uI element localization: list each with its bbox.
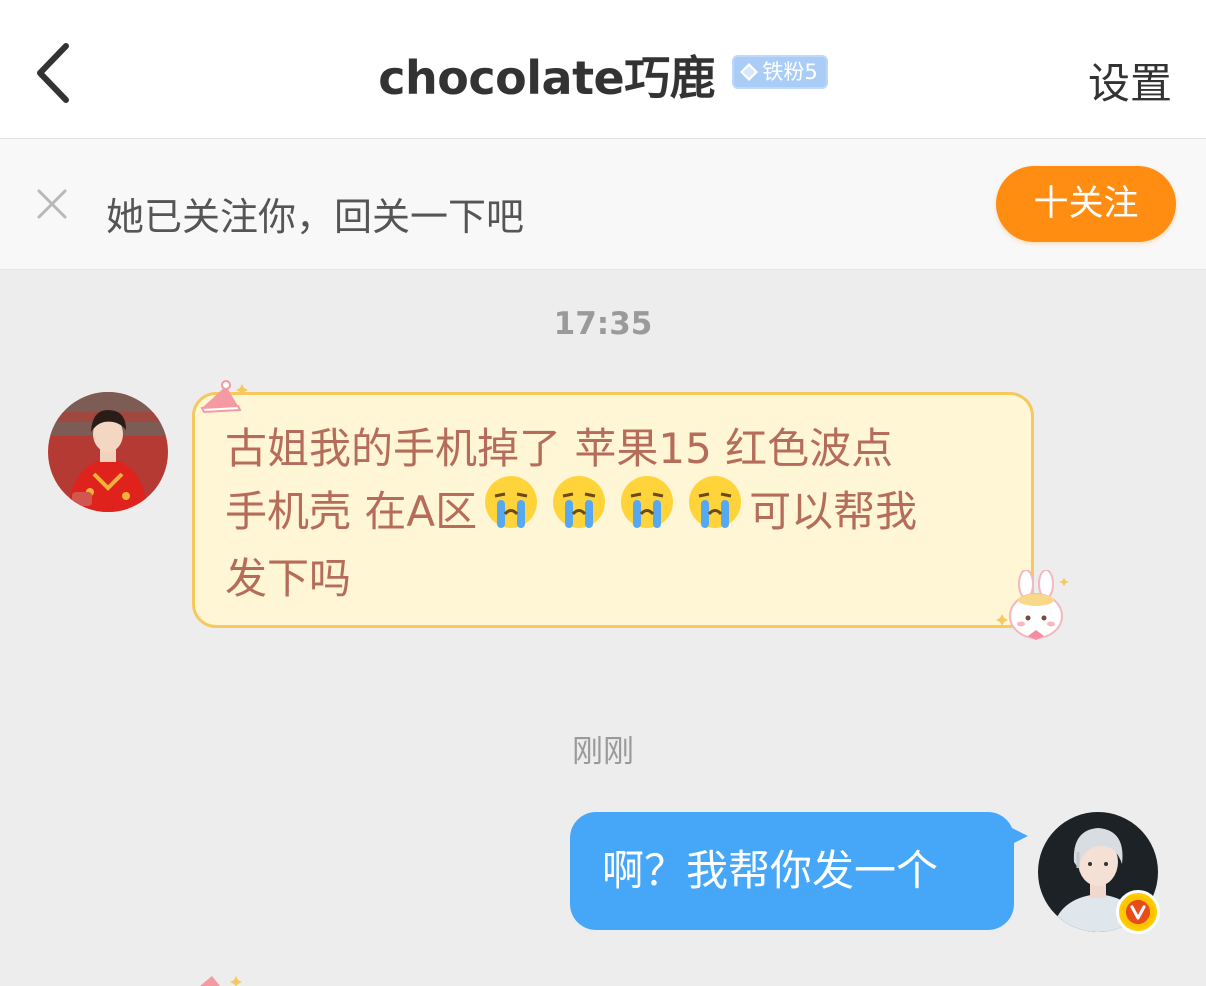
fan-level-text: 铁粉5	[762, 60, 818, 84]
bubble-tail	[1008, 826, 1028, 846]
message-timestamp: 刚刚	[572, 734, 634, 770]
crying-emoji-icon	[551, 474, 607, 547]
verified-badge-icon	[1116, 890, 1160, 934]
avatar-image	[48, 392, 168, 512]
message-text: 啊？我帮你发一个	[602, 846, 939, 895]
crying-emoji-icon	[687, 474, 743, 547]
message-text: 手机壳 在A区	[225, 487, 478, 536]
page-title: chocolate巧鹿	[378, 51, 716, 105]
title-area: chocolate巧鹿 铁粉5	[0, 42, 1206, 108]
fan-level-badge: 铁粉5	[732, 55, 828, 89]
sender-avatar[interactable]	[48, 392, 168, 512]
crying-emoji-icon	[483, 474, 539, 547]
message-line-with-emoji: 手机壳 在A区 可以帮我	[225, 476, 1003, 547]
close-icon[interactable]	[36, 188, 68, 220]
message-line: 古姐我的手机掉了 苹果15 红色波点	[225, 424, 894, 473]
sent-message-bubble[interactable]: 啊？我帮你发一个	[570, 812, 1014, 930]
diamond-icon	[740, 62, 759, 81]
received-message-bubble[interactable]: 古姐我的手机掉了 苹果15 红色波点 手机壳 在A区 可以帮我 发下吗	[192, 392, 1034, 628]
party-hat-sticker-icon	[200, 976, 242, 986]
message-text: 可以帮我	[749, 487, 918, 536]
message-timestamp: 17:35	[553, 306, 653, 342]
message-line: 发下吗	[225, 554, 352, 603]
settings-button[interactable]: 设置	[1088, 50, 1172, 111]
crying-emoji-icon	[619, 474, 675, 547]
party-hat-sticker-icon	[200, 380, 248, 414]
bunny-sticker-icon	[996, 570, 1069, 640]
follow-button[interactable]: 十关注	[996, 166, 1176, 242]
follow-back-prompt: 她已关注你，回关一下吧	[106, 195, 525, 239]
nav-header: chocolate巧鹿 铁粉5 设置	[0, 0, 1206, 139]
